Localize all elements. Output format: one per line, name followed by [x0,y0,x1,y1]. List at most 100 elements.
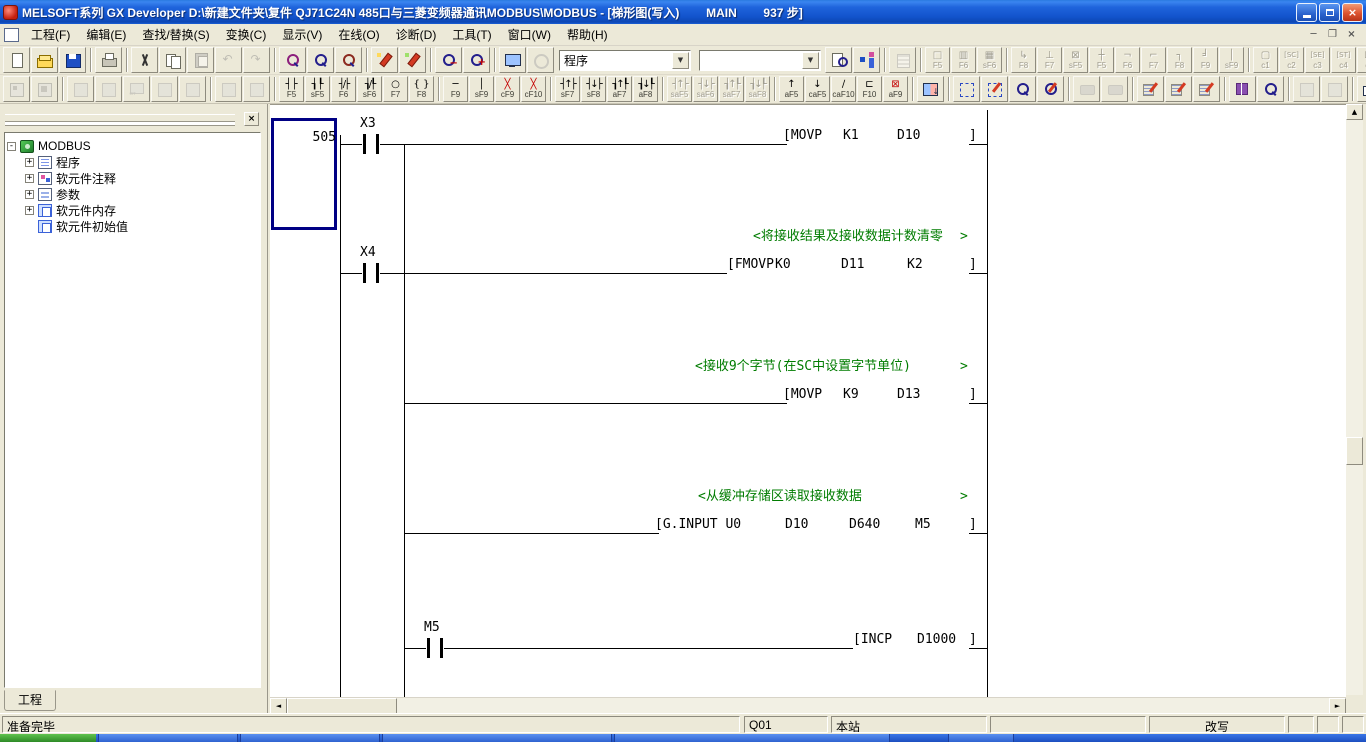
toolbar-button[interactable] [1248,48,1250,72]
comment-display-button[interactable] [1073,76,1100,102]
delete-vertical-line-button[interactable]: ╳ cF10 [521,76,546,102]
sfc-block-sf6-button[interactable]: ▦ sF6 [977,47,1002,73]
sfc-r-c5-button[interactable]: [R] c5 [1357,47,1366,73]
chevron-down-icon[interactable]: ▼ [672,52,689,69]
tree-item-device-memory[interactable]: + 软元件内存 [25,202,258,218]
horizontal-scrollbar[interactable]: ◄ ► [270,697,1346,713]
program-list-icon[interactable] [1321,76,1348,102]
sampling-trace-button[interactable] [1257,76,1284,102]
device-comment-write-button[interactable] [1137,76,1164,102]
delete-horizontal-line-button[interactable]: ╳ cF9 [495,76,520,102]
application-instruction-button[interactable]: { } F8 [409,76,434,102]
instruction-token[interactable]: D10 [897,129,920,143]
write-line-button[interactable]: ⊏ F10 [857,76,882,102]
instruction-token[interactable]: M5 [915,518,931,532]
statement-write-button[interactable] [1165,76,1192,102]
instruction-token[interactable]: D11 [841,258,864,272]
open-contact[interactable] [362,263,380,283]
toolbar-button[interactable] [550,77,552,101]
horizontal-scroll-thumb[interactable] [287,698,397,713]
all-convert-button[interactable] [215,76,242,102]
rising-pulse-button[interactable]: ↑ aF5 [779,76,804,102]
target-combo[interactable]: ▼ [699,50,821,71]
sfc-se-c3-button[interactable]: [SE] c3 [1305,47,1330,73]
statement-edit-button[interactable] [399,47,426,73]
find-device-button[interactable] [279,47,306,73]
tree-item-device-init[interactable]: 软元件初始值 [25,218,258,234]
paste-button[interactable] [187,47,214,73]
taskbar-window-button[interactable] [98,734,238,742]
sfc-symbol-f5-button[interactable]: ┼ F5 [1089,47,1114,73]
ladder-logic-test-button[interactable] [917,76,944,102]
sfc-sc-c2-button[interactable]: [SC] c2 [1279,47,1304,73]
toolbar-button[interactable] [210,77,212,101]
instruction-token[interactable]: K9 [843,388,859,402]
panel-grip[interactable] [5,114,235,122]
project-data-list-button[interactable] [853,47,880,73]
device-memory-button[interactable] [1229,76,1256,102]
instruction-token[interactable]: D13 [897,388,920,402]
find-in-project-button[interactable] [825,47,852,73]
close-button[interactable]: × [1342,3,1363,22]
toolbar-button[interactable] [774,77,776,101]
toolbar-button[interactable] [366,48,368,72]
instruction-token[interactable]: K1 [843,129,859,143]
sfc-c1-button[interactable]: ▢ c1 [1253,47,1278,73]
expand-toggle[interactable]: - [7,142,16,151]
minimize-button[interactable] [1296,3,1317,22]
zoom-out-button[interactable] [435,47,462,73]
toolbar-button[interactable] [662,77,664,101]
sfc-step-f5-button[interactable]: □ F5 [925,47,950,73]
sfc-symbol-f7-button[interactable]: ⌐ F7 [1141,47,1166,73]
convert-button[interactable] [67,76,94,102]
vertical-scroll-thumb[interactable] [1346,437,1363,465]
parallel-falling-pulse-button[interactable]: ┧↓┞ aF8 [633,76,658,102]
child-restore-icon[interactable]: ❐ [1324,27,1341,42]
cut-button[interactable] [131,47,158,73]
open-window-button[interactable] [1357,76,1366,102]
parallel-closed-contact-button[interactable]: ┧/┞ sF6 [357,76,382,102]
sfc-symbol-f8-button[interactable]: ┐ F8 [1167,47,1192,73]
note-write-button[interactable] [1193,76,1220,102]
sfc-st-c4-button[interactable]: [ST] c4 [1331,47,1356,73]
toolbar-button[interactable] [494,48,496,72]
scroll-right-icon[interactable]: ► [1329,698,1346,713]
menu-item[interactable]: 变换(C) [218,23,275,46]
toolbar-button[interactable] [90,48,92,72]
expand-toggle[interactable]: + [25,206,34,215]
tree-item-project[interactable]: - MODBUS [7,138,258,154]
find-instruction-button[interactable] [307,47,334,73]
menu-item[interactable]: 编辑(E) [78,23,134,46]
open-contact-button[interactable]: ┤├ F5 [279,76,304,102]
restore-button[interactable] [1319,3,1340,22]
open-contact[interactable] [426,638,444,658]
taskbar-start-button[interactable] [0,734,96,742]
toolbar-button[interactable] [1068,77,1070,101]
macro-button[interactable] [889,47,916,73]
toolbar-button[interactable] [1006,48,1008,72]
vertical-scrollbar[interactable]: ▲ ▼ [1346,104,1363,713]
ladder-block2-icon[interactable] [31,76,58,102]
taskbar-window-button[interactable] [382,734,612,742]
sfc-jump-f8-button[interactable]: ↳ F8 [1011,47,1036,73]
parallel-open-contact-button[interactable]: ┧┞ sF5 [305,76,330,102]
contact-label[interactable]: M5 [424,621,440,635]
falling-pulse-contact-button[interactable]: ┤↓├ sF8 [581,76,606,102]
menu-item[interactable]: 工程(F) [23,23,78,46]
new-project-button[interactable] [3,47,30,73]
scan-time-icon[interactable] [1293,76,1320,102]
sfc-end-f7-button[interactable]: ⊥ F7 [1037,47,1062,73]
instruction-token[interactable]: D10 [785,518,808,532]
print-button[interactable] [95,47,122,73]
toolbar-button[interactable] [274,77,276,101]
chevron-down-icon[interactable]: ▼ [802,52,819,69]
menu-item[interactable]: 在线(O) [330,23,387,46]
tree-item-parameter[interactable]: + 参数 [25,186,258,202]
expand-toggle[interactable]: + [25,190,34,199]
tree-item-device-comment[interactable]: + 软元件注释 [25,170,258,186]
toolbar-button[interactable] [438,77,440,101]
instruction-token[interactable]: [INCP [853,633,892,647]
instruction-token[interactable]: D640 [849,518,880,532]
menu-item[interactable]: 工具(T) [444,23,499,46]
falling-pulse-button[interactable]: ↓ caF5 [805,76,830,102]
